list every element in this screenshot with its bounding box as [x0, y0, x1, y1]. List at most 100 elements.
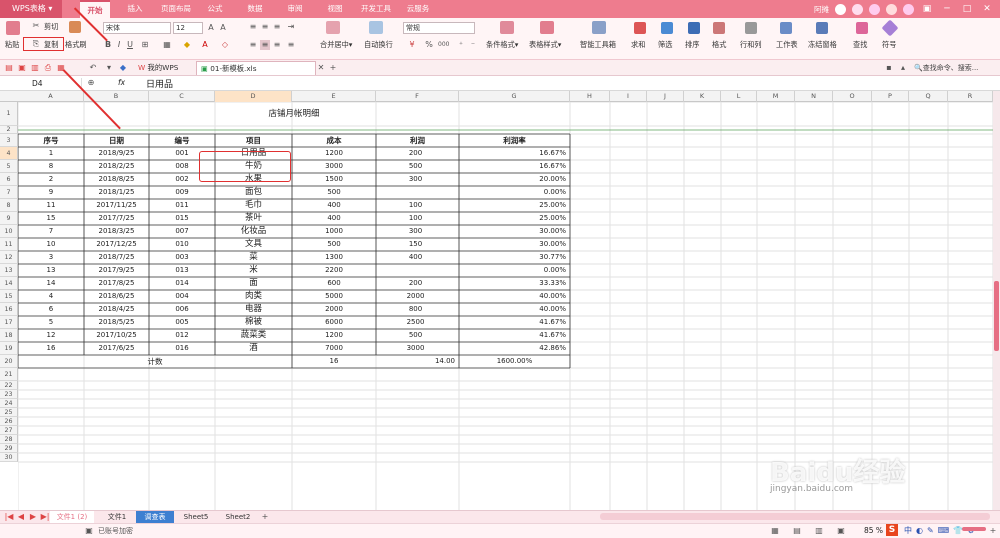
column-header-N[interactable]: N [795, 91, 833, 102]
row-header-14[interactable]: 14 [0, 277, 18, 290]
cell-ref-box[interactable]: D4 [2, 78, 82, 89]
tab-page-layout[interactable]: 页面布局 [156, 0, 196, 18]
column-header-A[interactable]: A [18, 91, 84, 102]
app-menu-button[interactable]: WPS表格 ▾ [0, 0, 62, 18]
sogou-icon[interactable]: S [886, 524, 898, 536]
row-header-30[interactable]: 30 [0, 453, 18, 462]
help-icon[interactable] [886, 3, 897, 15]
zoom-icon[interactable]: ⊕ [86, 78, 96, 88]
zoom-slider[interactable] [962, 527, 986, 531]
column-header-G[interactable]: G [459, 91, 570, 102]
row-header-25[interactable]: 25 [0, 408, 18, 417]
avatar[interactable] [835, 3, 846, 15]
justify-icon[interactable]: ≡ [286, 40, 296, 50]
currency-icon[interactable]: ¥ [407, 40, 417, 50]
font-size-select[interactable]: 12 [173, 22, 203, 34]
sum-button[interactable]: 求和 [631, 40, 645, 50]
sheet-tab-survey[interactable]: 调查表 [136, 511, 174, 523]
row-header-16[interactable]: 16 [0, 303, 18, 316]
add-sheet-icon[interactable]: + [260, 512, 270, 522]
row-header-3[interactable]: 3 [0, 134, 18, 147]
font-color-icon[interactable]: A [200, 40, 210, 50]
close-tab-icon[interactable]: ✕ [316, 63, 326, 73]
column-header-M[interactable]: M [757, 91, 795, 102]
freeze-panes-button[interactable]: 冻结窗格 [808, 40, 837, 50]
skin-icon[interactable] [852, 3, 863, 15]
row-header-22[interactable]: 22 [0, 381, 18, 390]
print-icon[interactable]: ⎙ [43, 63, 53, 73]
percent-button[interactable]: % [424, 40, 434, 50]
row-header-8[interactable]: 8 [0, 199, 18, 212]
border-icon[interactable]: ⊞ [140, 40, 150, 50]
smart-toolbox-button[interactable]: 智能工具箱 [580, 40, 616, 50]
row-header-27[interactable]: 27 [0, 426, 18, 435]
tab-my-wps[interactable]: W 我的WPS [134, 61, 182, 75]
worksheet-button[interactable]: 工作表 [776, 40, 798, 50]
column-header-C[interactable]: C [149, 91, 215, 102]
row-header-5[interactable]: 5 [0, 160, 18, 173]
column-header-R[interactable]: R [948, 91, 993, 102]
merge-center-button[interactable]: 合并居中▾ [320, 40, 352, 50]
column-header-J[interactable]: J [647, 91, 684, 102]
number-format-select[interactable]: 常规 [403, 22, 475, 34]
row-header-12[interactable]: 12 [0, 251, 18, 264]
view-page-icon[interactable]: ▤ [792, 526, 802, 536]
format-button[interactable]: 格式 [712, 40, 726, 50]
row-header-2[interactable]: 2 [0, 126, 18, 134]
view-normal-icon[interactable]: ▦ [770, 526, 780, 536]
row-header-28[interactable]: 28 [0, 435, 18, 444]
row-header-17[interactable]: 17 [0, 316, 18, 329]
tab-file[interactable]: ▣ 01-新模板.xls [196, 61, 316, 75]
maximize-icon[interactable]: □ [960, 2, 974, 16]
font-name-select[interactable]: 宋体 [103, 22, 171, 34]
clear-icon[interactable]: ◇ [220, 40, 230, 50]
column-header-I[interactable]: I [610, 91, 647, 102]
wrap-text-button[interactable]: 自动换行 [364, 40, 393, 50]
sheet-tab-sheet5[interactable]: Sheet5 [178, 511, 214, 523]
align-middle-icon[interactable]: ≡ [260, 22, 270, 32]
row-header-19[interactable]: 19 [0, 342, 18, 355]
tab-dev-tools[interactable]: 开发工具 [356, 0, 396, 18]
sheet-tab-file1[interactable]: 文件1 [100, 511, 134, 523]
sheet-tab-file1-2[interactable]: 文件1 (2) [50, 511, 94, 523]
column-header-P[interactable]: P [872, 91, 909, 102]
formula-input[interactable]: 日用品 [146, 77, 173, 90]
italic-button[interactable]: I [114, 40, 124, 50]
row-header-21[interactable]: 21 [0, 368, 18, 381]
tab-home[interactable]: 开始 [80, 0, 110, 18]
font-grow-icon[interactable]: A [206, 23, 216, 33]
minimize-icon[interactable]: ─ [940, 2, 954, 16]
tab-view[interactable]: 视图 [320, 0, 350, 18]
merge-cells-icon[interactable]: ▦ [162, 40, 172, 50]
row-header-29[interactable]: 29 [0, 444, 18, 453]
last-sheet-icon[interactable]: ▶| [40, 512, 50, 522]
row-header-7[interactable]: 7 [0, 186, 18, 199]
user-name[interactable]: 阿摊 [814, 4, 829, 15]
new-tab-icon[interactable]: + [328, 63, 338, 73]
message-icon[interactable] [869, 3, 880, 15]
sheet-tab-sheet2[interactable]: Sheet2 [220, 511, 256, 523]
column-header-K[interactable]: K [684, 91, 721, 102]
cut-button[interactable]: 剪切 [44, 22, 58, 32]
new-icon[interactable]: ▤ [4, 63, 14, 73]
column-header-D[interactable]: D [215, 91, 292, 102]
row-header-26[interactable]: 26 [0, 417, 18, 426]
increase-decimal-icon[interactable]: ⁺ [456, 40, 466, 50]
row-col-button[interactable]: 行和列 [740, 40, 762, 50]
settings-icon[interactable] [903, 3, 914, 15]
first-sheet-icon[interactable]: |◀ [4, 512, 14, 522]
vertical-scrollbar[interactable] [993, 91, 1000, 510]
column-header-O[interactable]: O [833, 91, 872, 102]
row-header-15[interactable]: 15 [0, 290, 18, 303]
tab-insert[interactable]: 插入 [120, 0, 150, 18]
table-style-button[interactable]: 表格样式▾ [529, 40, 561, 50]
save-icon[interactable]: ▥ [30, 63, 40, 73]
row-header-9[interactable]: 9 [0, 212, 18, 225]
close-icon[interactable]: ✕ [980, 2, 994, 16]
row-header-23[interactable]: 23 [0, 390, 18, 399]
column-header-H[interactable]: H [570, 91, 610, 102]
dropdown-icon[interactable]: ▾ [104, 63, 114, 73]
scroll-thumb[interactable] [994, 281, 999, 351]
fx-button[interactable]: fx [118, 78, 125, 87]
symbol-button[interactable]: 符号 [882, 40, 896, 50]
